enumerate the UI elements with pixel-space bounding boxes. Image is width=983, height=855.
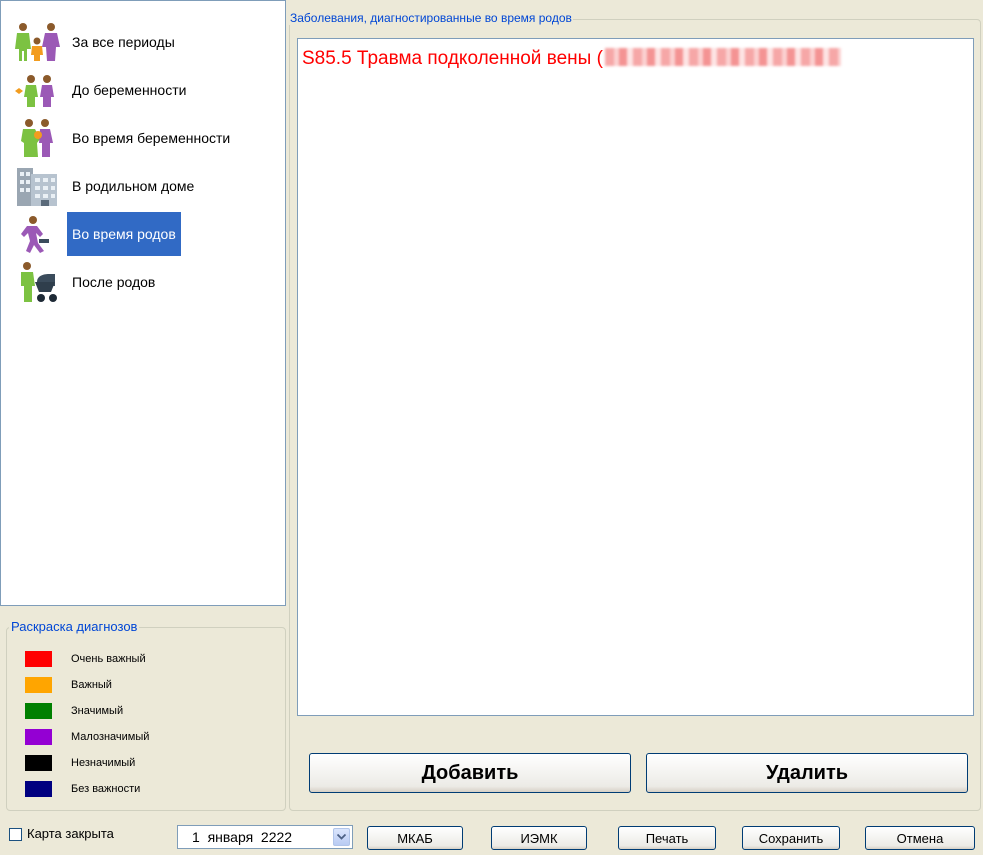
diagnosis-text: S85.5 Травма подколенной вены ( bbox=[302, 48, 603, 69]
color-swatch bbox=[25, 651, 52, 667]
diagnoses-group: Заболевания, диагностированные во время … bbox=[289, 11, 981, 811]
period-item-label: Во время родов bbox=[67, 212, 181, 256]
mkab-button[interactable]: МКАБ bbox=[367, 826, 463, 850]
legend-title: Раскраска диагнозов bbox=[9, 619, 140, 634]
legend-item-label: Значимый bbox=[71, 705, 124, 717]
period-item-label: До беременности bbox=[72, 82, 187, 98]
cancel-button[interactable]: Отмена bbox=[865, 826, 975, 850]
color-swatch bbox=[25, 703, 52, 719]
period-item-before-pregnancy[interactable]: До беременности bbox=[7, 67, 191, 113]
pregnant-woman-icon bbox=[7, 115, 67, 161]
diagnoses-list[interactable]: S85.5 Травма подколенной вены ( bbox=[297, 38, 974, 716]
delete-button[interactable]: Удалить bbox=[646, 753, 968, 793]
running-woman-icon bbox=[7, 211, 67, 257]
chevron-down-icon[interactable] bbox=[333, 828, 350, 846]
woman-with-stroller-icon bbox=[7, 259, 67, 305]
legend-item: Значимый bbox=[25, 702, 123, 720]
color-swatch bbox=[25, 677, 52, 693]
period-item-label: В родильном доме bbox=[72, 178, 195, 194]
redacted-text bbox=[604, 48, 841, 66]
legend-item-label: Незначимый bbox=[71, 757, 136, 769]
legend-item: Без важности bbox=[25, 780, 140, 798]
date-picker[interactable]: 1 января 2222 bbox=[177, 825, 353, 849]
legend-item-label: Очень важный bbox=[71, 653, 146, 665]
period-item-during-pregnancy[interactable]: Во время беременности bbox=[7, 115, 235, 161]
iemk-button[interactable]: ИЭМК bbox=[491, 826, 587, 850]
legend-item: Очень важный bbox=[25, 650, 146, 668]
couple-icon bbox=[7, 67, 67, 113]
period-item-during-birth[interactable]: Во время родов bbox=[7, 211, 181, 257]
card-closed-label[interactable]: Карта закрыта bbox=[27, 826, 114, 841]
diagnosis-entry[interactable]: S85.5 Травма подколенной вены ( bbox=[302, 48, 841, 70]
add-button[interactable]: Добавить bbox=[309, 753, 631, 793]
card-closed-checkbox[interactable] bbox=[9, 828, 22, 841]
legend-item-label: Малозначимый bbox=[71, 731, 150, 743]
diagnoses-group-title: Заболевания, диагностированные во время … bbox=[289, 11, 573, 25]
period-list[interactable]: За все периоды До беременности Во время … bbox=[0, 0, 286, 606]
legend-item: Незначимый bbox=[25, 754, 135, 772]
color-swatch bbox=[25, 729, 52, 745]
color-swatch bbox=[25, 755, 52, 771]
period-item-label: За все периоды bbox=[72, 34, 175, 50]
print-button[interactable]: Печать bbox=[618, 826, 716, 850]
color-swatch bbox=[25, 781, 52, 797]
legend-item-label: Важный bbox=[71, 679, 112, 691]
legend-item: Малозначимый bbox=[25, 728, 149, 746]
period-item-label: Во время беременности bbox=[72, 130, 231, 146]
family-icon bbox=[7, 19, 67, 65]
period-item-label: После родов bbox=[72, 274, 156, 290]
period-item-all[interactable]: За все периоды bbox=[7, 19, 180, 65]
period-item-maternity-hospital[interactable]: В родильном доме bbox=[7, 163, 199, 209]
diagnosis-coloring-legend: Раскраска диагнозов Очень важный Важный … bbox=[6, 619, 286, 811]
hospital-building-icon bbox=[7, 163, 67, 209]
period-item-after-birth[interactable]: После родов bbox=[7, 259, 160, 305]
date-value: 1 января 2222 bbox=[192, 829, 293, 845]
legend-item: Важный bbox=[25, 676, 112, 694]
save-button[interactable]: Сохранить bbox=[742, 826, 840, 850]
legend-item-label: Без важности bbox=[71, 783, 141, 795]
bottom-toolbar: Карта закрыта 1 января 2222 МКАБ ИЭМК Пе… bbox=[0, 822, 983, 855]
